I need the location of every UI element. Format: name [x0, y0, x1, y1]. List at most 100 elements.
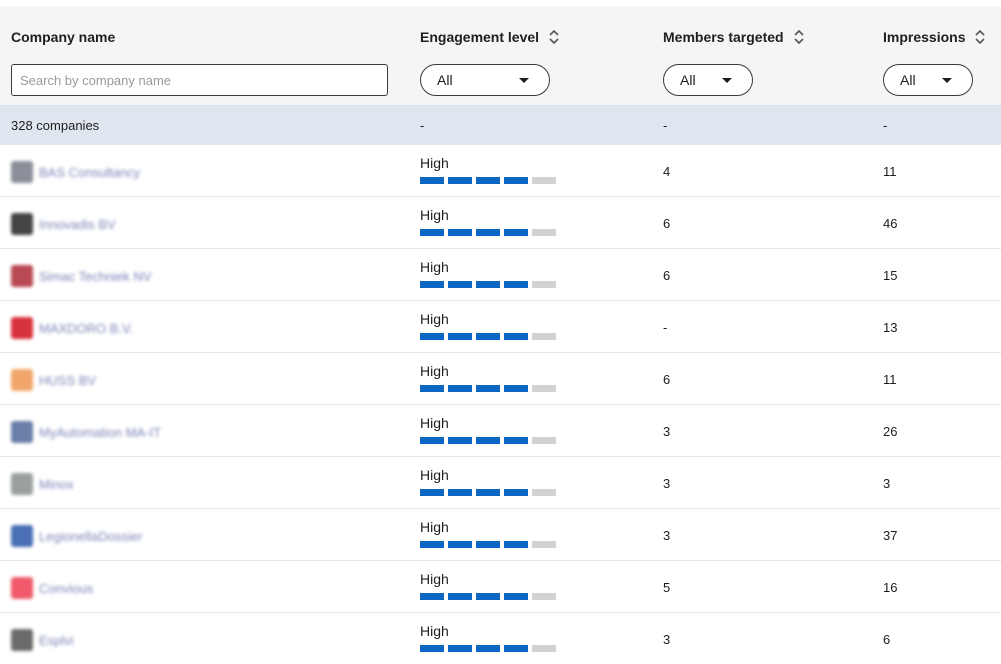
engagement-filter-dropdown[interactable]: All — [420, 64, 550, 96]
engagement-bar-segment — [532, 541, 556, 548]
impressions-filter-dropdown[interactable]: All — [883, 64, 973, 96]
company-logo — [11, 317, 33, 339]
company-name-link[interactable]: Esplvi — [39, 633, 74, 648]
company-logo — [11, 265, 33, 287]
sort-icon[interactable] — [794, 30, 804, 44]
column-header-impressions[interactable]: Impressions — [883, 29, 986, 45]
engagement-bar-segment — [476, 229, 500, 236]
table-row[interactable]: MAXDORO B.V. High - 13 — [0, 301, 1001, 353]
engagement-bar-segment — [504, 177, 528, 184]
engagement-bar-segment — [476, 593, 500, 600]
column-header-engagement[interactable]: Engagement level — [420, 29, 559, 45]
engagement-bar-segment — [420, 437, 444, 444]
sort-icon[interactable] — [549, 30, 559, 44]
table-row[interactable]: Esplvi High 3 6 — [0, 613, 1001, 664]
table-row[interactable]: Convious High 5 16 — [0, 561, 1001, 613]
company-cell[interactable]: HUSS BV — [11, 369, 96, 391]
engagement-bar-segment — [420, 385, 444, 392]
engagement-level-label: High — [420, 363, 449, 379]
engagement-bar-segment — [448, 437, 472, 444]
company-cell[interactable]: MAXDORO B.V. — [11, 317, 133, 339]
company-cell[interactable]: MyAutomation MA-IT — [11, 421, 161, 443]
members-targeted-value: 3 — [663, 632, 671, 647]
summary-members: - — [663, 118, 668, 133]
company-name-link[interactable]: HUSS BV — [39, 373, 96, 388]
table-row[interactable]: BAS Consultancy High 4 11 — [0, 145, 1001, 197]
impressions-value: 6 — [883, 632, 891, 647]
company-name-link[interactable]: BAS Consultancy — [39, 165, 140, 180]
company-name-link[interactable]: Minox — [39, 477, 74, 492]
impressions-value: 3 — [883, 476, 891, 491]
engagement-bar-segment — [532, 333, 556, 340]
company-name-link[interactable]: MyAutomation MA-IT — [39, 425, 161, 440]
engagement-bar-segment — [476, 489, 500, 496]
engagement-bar-segment — [420, 333, 444, 340]
table-row[interactable]: Simac Techniek NV High 6 15 — [0, 249, 1001, 301]
impressions-filter-value: All — [900, 72, 916, 88]
engagement-bar — [420, 541, 560, 548]
table-row[interactable]: LegionellaDossier High 3 37 — [0, 509, 1001, 561]
engagement-level-label: High — [420, 467, 449, 483]
engagement-cell: High — [420, 415, 560, 444]
members-targeted-value: 3 — [663, 476, 671, 491]
engagement-bar-segment — [448, 541, 472, 548]
table-header: Company name Engagement level Members ta… — [0, 6, 1001, 105]
members-filter-value: All — [680, 72, 696, 88]
members-targeted-value: 6 — [663, 268, 671, 283]
impressions-value: 37 — [883, 528, 898, 543]
company-cell[interactable]: Minox — [11, 473, 74, 495]
company-cell[interactable]: Esplvi — [11, 629, 74, 651]
company-logo — [11, 577, 33, 599]
company-name-link[interactable]: MAXDORO B.V. — [39, 321, 133, 336]
company-table-body: BAS Consultancy High 4 11 Innovadis BV H… — [0, 145, 1001, 664]
company-cell[interactable]: LegionellaDossier — [11, 525, 142, 547]
engagement-bar-segment — [504, 333, 528, 340]
engagement-bar — [420, 593, 560, 600]
members-targeted-value: 3 — [663, 528, 671, 543]
engagement-bar-segment — [532, 645, 556, 652]
engagement-bar-segment — [504, 229, 528, 236]
sort-icon[interactable] — [975, 30, 986, 44]
company-cell[interactable]: Innovadis BV — [11, 213, 116, 235]
engagement-bar — [420, 229, 560, 236]
engagement-bar-segment — [476, 281, 500, 288]
engagement-cell: High — [420, 519, 560, 548]
engagement-bar-segment — [532, 489, 556, 496]
members-targeted-value: - — [663, 320, 668, 335]
company-name-link[interactable]: Convious — [39, 581, 93, 596]
caret-down-icon — [722, 78, 732, 83]
column-header-company: Company name — [11, 29, 115, 45]
engagement-bar-segment — [476, 333, 500, 340]
table-row[interactable]: Minox High 3 3 — [0, 457, 1001, 509]
engagement-bar — [420, 437, 560, 444]
company-logo — [11, 213, 33, 235]
table-row[interactable]: Innovadis BV High 6 46 — [0, 197, 1001, 249]
table-row[interactable]: HUSS BV High 6 11 — [0, 353, 1001, 405]
company-name-link[interactable]: Innovadis BV — [39, 217, 116, 232]
table-row[interactable]: MyAutomation MA-IT High 3 26 — [0, 405, 1001, 457]
company-name-link[interactable]: Simac Techniek NV — [39, 269, 151, 284]
engagement-cell: High — [420, 259, 560, 288]
column-header-members[interactable]: Members targeted — [663, 29, 804, 45]
company-logo — [11, 525, 33, 547]
engagement-bar — [420, 645, 560, 652]
engagement-level-label: High — [420, 571, 449, 587]
company-name-link[interactable]: LegionellaDossier — [39, 529, 142, 544]
company-cell[interactable]: Convious — [11, 577, 93, 599]
company-logo — [11, 369, 33, 391]
summary-impressions: - — [883, 118, 888, 133]
members-filter-dropdown[interactable]: All — [663, 64, 753, 96]
engagement-bar-segment — [532, 437, 556, 444]
impressions-value: 16 — [883, 580, 898, 595]
engagement-cell: High — [420, 467, 560, 496]
engagement-bar-segment — [504, 541, 528, 548]
engagement-bar-segment — [476, 541, 500, 548]
impressions-value: 13 — [883, 320, 898, 335]
engagement-bar-segment — [476, 437, 500, 444]
company-cell[interactable]: Simac Techniek NV — [11, 265, 151, 287]
engagement-filter-value: All — [437, 72, 453, 88]
company-cell[interactable]: BAS Consultancy — [11, 161, 140, 183]
company-logo — [11, 629, 33, 651]
engagement-cell: High — [420, 571, 560, 600]
company-search-input[interactable] — [11, 64, 388, 96]
